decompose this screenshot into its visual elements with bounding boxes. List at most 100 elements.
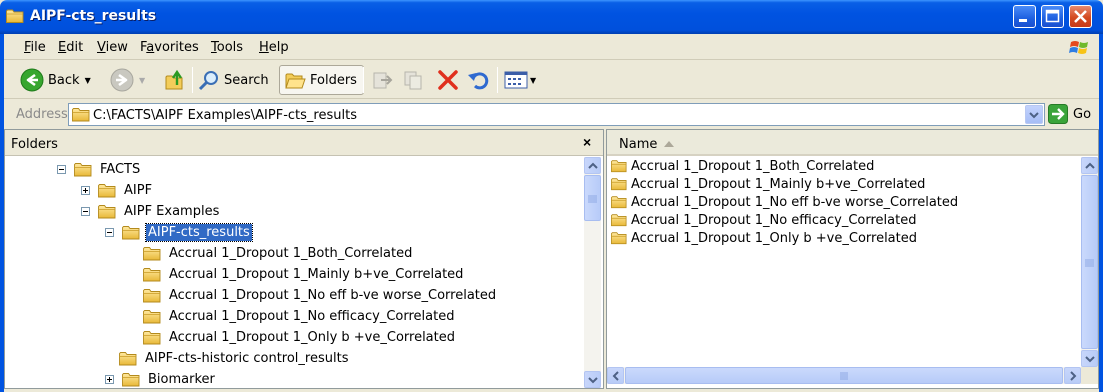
name-column-label: Name	[619, 137, 658, 152]
folder-icon	[72, 107, 90, 122]
folder-icon	[122, 372, 140, 387]
scroll-thumb[interactable]	[1081, 175, 1098, 349]
file-list-item[interactable]: Accrual 1_Dropout 1_Mainly b+ve_Correlat…	[611, 175, 925, 193]
folder-icon	[74, 162, 92, 177]
tree-item[interactable]: AIPF-cts-historic control_results	[119, 348, 350, 369]
close-button[interactable]	[1069, 5, 1092, 28]
views-button[interactable]: ▼	[504, 65, 536, 95]
collapse-icon[interactable]	[81, 207, 90, 216]
tree-item-label: Biomarker	[148, 372, 215, 387]
scroll-left-button[interactable]	[607, 367, 624, 384]
tree-item[interactable]: Accrual 1_Dropout 1_Mainly b+ve_Correlat…	[143, 264, 465, 285]
tree-item[interactable]: AIPF Examples	[81, 201, 221, 222]
folder-icon	[119, 351, 137, 366]
tree-item-label: FACTS	[100, 162, 141, 177]
chevron-down-icon	[588, 377, 598, 384]
back-button[interactable]: Back ▼	[20, 65, 91, 95]
tree-item-label: Accrual 1_Dropout 1_No eff b-ve worse_Co…	[169, 288, 497, 303]
close-icon[interactable]: ×	[583, 134, 591, 150]
scroll-thumb[interactable]	[584, 175, 601, 221]
expand-icon[interactable]	[81, 186, 90, 195]
tree-item[interactable]: FACTS	[57, 159, 142, 180]
expand-icon[interactable]	[105, 375, 114, 384]
tree-item[interactable]: Biomarker	[105, 369, 217, 388]
folders-pane-header: Folders ×	[5, 130, 603, 156]
folders-vertical-scrollbar[interactable]	[584, 157, 601, 388]
forward-dropdown-icon[interactable]: ▼	[139, 76, 145, 85]
tree-item[interactable]: Accrual 1_Dropout 1_Both_Correlated	[143, 243, 414, 264]
collapse-icon[interactable]	[57, 165, 66, 174]
go-label: Go	[1073, 106, 1092, 122]
tree-item[interactable]: AIPF-cts_results	[105, 222, 253, 243]
delete-button[interactable]	[437, 65, 459, 95]
search-button[interactable]: Search	[198, 65, 269, 95]
title-bar[interactable]: AIPF-cts_results	[0, 0, 1103, 34]
tree-item[interactable]: Accrual 1_Dropout 1_No efficacy_Correlat…	[143, 306, 456, 327]
move-to-button[interactable]	[371, 65, 393, 95]
collapse-icon[interactable]	[105, 228, 114, 237]
address-dropdown-button[interactable]	[1025, 105, 1043, 124]
search-label: Search	[224, 72, 269, 88]
folder-icon	[143, 246, 161, 261]
file-list-pane: Name Accrual 1_Dropout 1_Both_Correlated…	[606, 129, 1099, 389]
file-list-item-label: Accrual 1_Dropout 1_No eff b-ve worse_Co…	[631, 194, 959, 210]
name-column-header[interactable]: Name	[607, 130, 1098, 156]
views-dropdown-icon[interactable]: ▼	[530, 76, 536, 85]
menu-tools[interactable]: Tools	[211, 40, 243, 55]
close-icon	[1074, 10, 1087, 23]
file-list-horizontal-scrollbar[interactable]	[607, 367, 1098, 384]
chevron-down-icon	[1085, 356, 1095, 363]
folder-icon	[611, 159, 627, 173]
file-list-item-label: Accrual 1_Dropout 1_Both_Correlated	[631, 158, 875, 174]
file-list-item[interactable]: Accrual 1_Dropout 1_Both_Correlated	[611, 157, 874, 175]
go-button[interactable]: Go	[1048, 104, 1091, 124]
folder-icon	[143, 309, 161, 324]
file-list-item[interactable]: Accrual 1_Dropout 1_No eff b-ve worse_Co…	[611, 193, 958, 211]
scroll-corner	[1081, 367, 1098, 384]
chevron-up-icon	[1085, 162, 1095, 169]
tree-item-label: Accrual 1_Dropout 1_Both_Correlated	[169, 246, 413, 261]
copy-to-button[interactable]	[403, 65, 425, 95]
scroll-up-button[interactable]	[1081, 157, 1098, 174]
menu-favorites[interactable]: Favorites	[140, 40, 199, 55]
forward-arrow-icon	[110, 68, 134, 92]
scroll-down-button[interactable]	[1081, 350, 1098, 367]
file-list-vertical-scrollbar[interactable]	[1081, 157, 1098, 367]
back-label: Back	[48, 72, 80, 88]
scroll-thumb[interactable]	[625, 367, 1063, 384]
maximize-button[interactable]	[1041, 5, 1064, 28]
forward-button[interactable]: ▼	[110, 65, 145, 95]
copy-to-icon	[404, 71, 422, 90]
folder-icon	[6, 8, 24, 24]
folder-icon	[143, 267, 161, 282]
folders-pane-title: Folders	[11, 137, 58, 152]
folders-pane: Folders × FACTS AIPF AIPF Examples AIPF-cts…	[4, 129, 604, 389]
grip-icon	[588, 195, 597, 203]
scroll-down-button[interactable]	[584, 371, 601, 388]
undo-button[interactable]	[467, 65, 489, 95]
address-input[interactable]: C:\FACTS\AIPF Examples\AIPF-cts_results	[68, 103, 1045, 126]
up-button[interactable]	[164, 65, 186, 95]
menu-view[interactable]: View	[97, 40, 128, 55]
file-list-item[interactable]: Accrual 1_Dropout 1_No efficacy_Correlat…	[611, 211, 916, 229]
tree-item[interactable]: Accrual 1_Dropout 1_No eff b-ve worse_Co…	[143, 285, 498, 306]
tree-item-label: Accrual 1_Dropout 1_Mainly b+ve_Correlat…	[169, 267, 464, 282]
tree-item[interactable]: AIPF	[81, 180, 154, 201]
scroll-right-button[interactable]	[1064, 367, 1081, 384]
folders-label: Folders	[310, 72, 357, 88]
tree-item-label: AIPF-cts_results	[145, 223, 253, 242]
menu-help[interactable]: Help	[259, 40, 289, 55]
back-dropdown-icon[interactable]: ▼	[85, 76, 91, 85]
scroll-up-button[interactable]	[584, 157, 601, 174]
menu-file[interactable]: File	[24, 40, 46, 55]
file-list-item[interactable]: Accrual 1_Dropout 1_Only b +ve_Correlate…	[611, 229, 917, 247]
minimize-button[interactable]	[1013, 5, 1036, 28]
grip-icon	[840, 372, 848, 380]
chevron-right-icon	[1070, 371, 1077, 381]
toolbar: Back ▼ ▼ Search Folders ▼	[4, 61, 1099, 99]
sort-ascending-icon	[664, 141, 674, 147]
menu-edit[interactable]: Edit	[58, 40, 83, 55]
folders-button[interactable]: Folders	[279, 65, 364, 95]
minimize-icon	[1019, 19, 1027, 22]
tree-item[interactable]: Accrual 1_Dropout 1_Only b +ve_Correlate…	[143, 327, 457, 348]
